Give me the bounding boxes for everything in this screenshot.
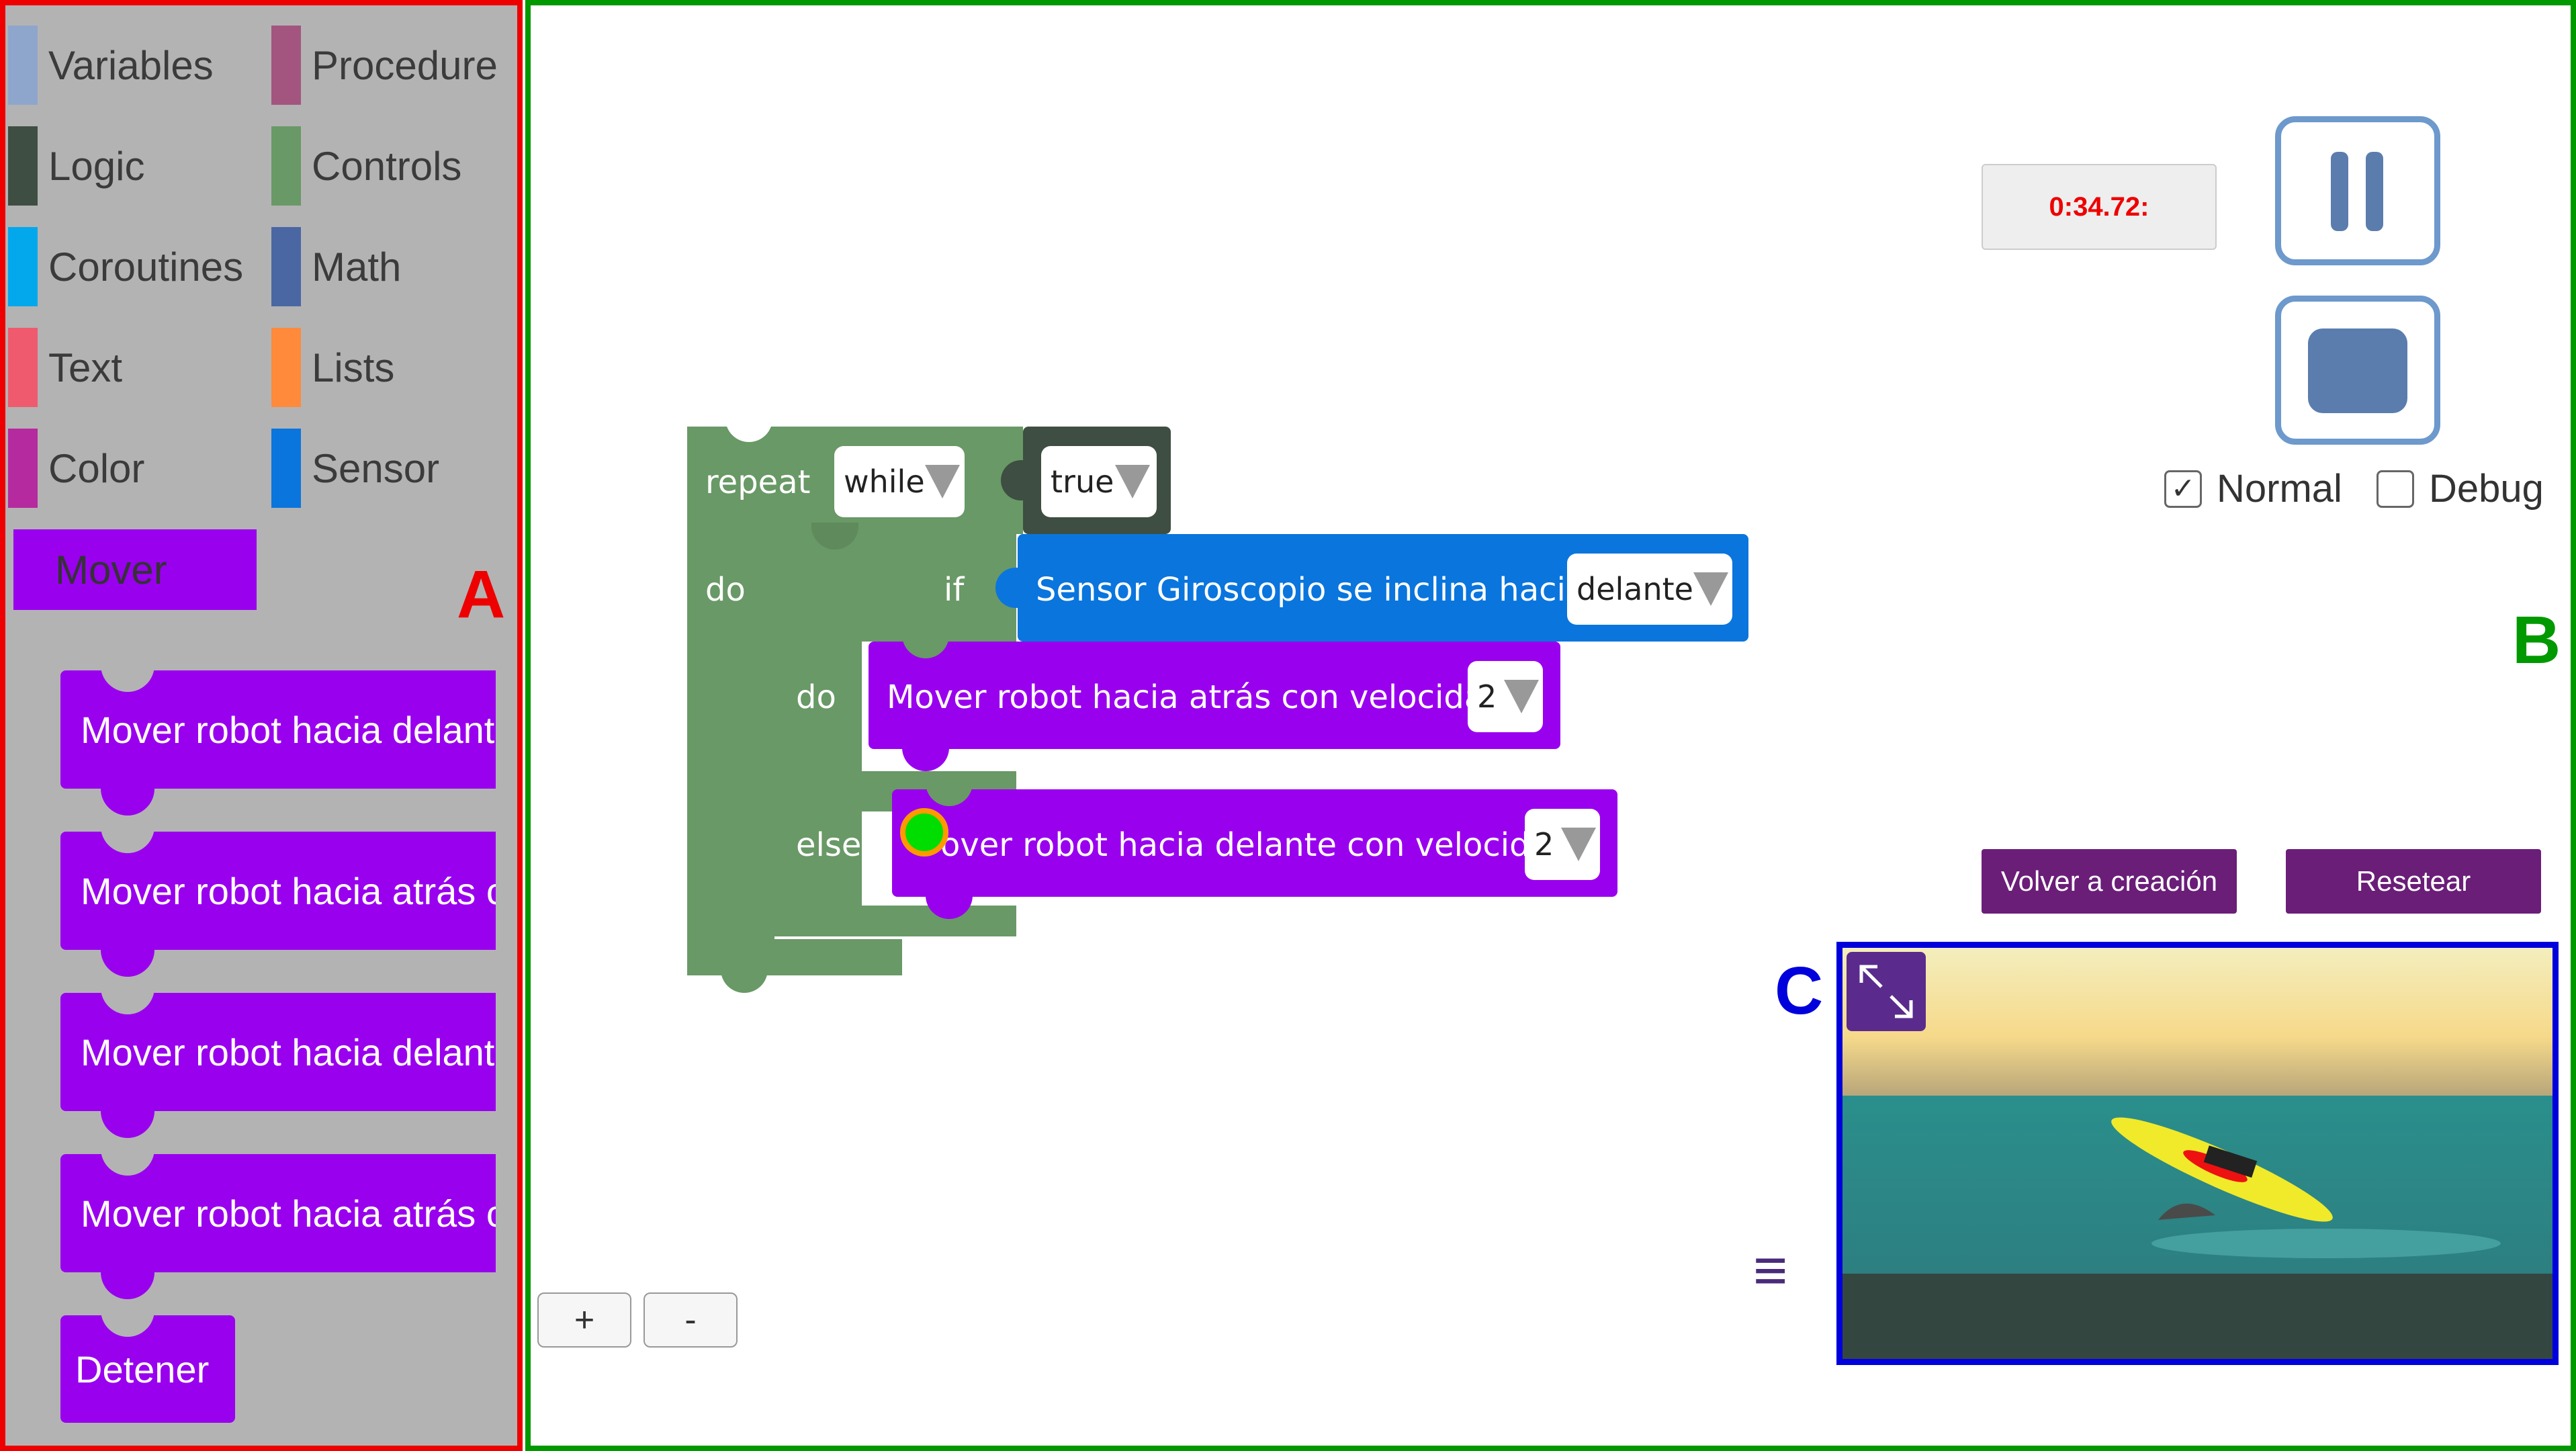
normal-checkbox[interactable]: ✓ xyxy=(2164,470,2202,508)
category-label: Math xyxy=(312,244,402,290)
dropdown-value: delante xyxy=(1576,571,1693,607)
pause-icon xyxy=(2331,152,2348,231)
flyout-block-move-back[interactable]: Mover robot hacia atrás c xyxy=(60,826,496,977)
flyout-block-stop[interactable]: Detener xyxy=(60,1310,235,1423)
category-text[interactable]: Text xyxy=(8,328,122,407)
pause-button[interactable] xyxy=(2275,116,2440,265)
repeat-tab xyxy=(721,966,768,993)
do-label: do xyxy=(705,571,746,609)
chevron-down-icon xyxy=(924,465,960,498)
toolbox-panel: Variables Procedure Logic Controls Corou… xyxy=(0,0,523,1451)
stop-icon xyxy=(2308,328,2407,413)
flyout-block-move-forward-2[interactable]: Mover robot hacia delante xyxy=(60,987,496,1138)
repeat-mode-dropdown[interactable]: while xyxy=(834,446,965,517)
text-color-swatch xyxy=(8,328,38,407)
repeat-label: repeat xyxy=(705,464,811,501)
chevron-down-icon xyxy=(1693,572,1728,606)
debug-label: Debug xyxy=(2429,467,2544,511)
move-back-speed-dropdown[interactable]: 2 xyxy=(1468,661,1543,732)
if-block-header[interactable] xyxy=(774,534,1016,642)
fullscreen-button[interactable] xyxy=(1847,952,1926,1031)
category-label: Logic xyxy=(48,143,145,189)
repeat-block-footer xyxy=(687,939,902,975)
region-label-c: C xyxy=(1775,953,1824,1028)
category-label: Procedure xyxy=(312,42,498,88)
variables-color-swatch xyxy=(8,26,38,105)
logic-color-swatch xyxy=(8,126,38,206)
debug-mode-option[interactable]: Debug xyxy=(2377,466,2544,511)
sensor-direction-dropdown[interactable]: delante xyxy=(1567,554,1732,625)
flyout-block-move-forward[interactable]: Mover robot hacia delante xyxy=(60,665,496,816)
dropdown-value: while xyxy=(844,464,925,500)
category-label: Variables xyxy=(48,42,214,88)
normal-label: Normal xyxy=(2217,467,2342,511)
dropdown-value: 2 xyxy=(1534,826,1554,863)
category-coroutines[interactable]: Coroutines xyxy=(8,227,243,306)
chevron-down-icon xyxy=(1115,465,1150,498)
simulation-scene xyxy=(1842,948,2552,1359)
debug-checkbox[interactable] xyxy=(2377,470,2414,508)
region-label-a: A xyxy=(457,557,506,632)
if-block-footer xyxy=(774,906,1016,936)
block-tab xyxy=(101,950,154,977)
inner-do-label: do xyxy=(796,678,836,716)
execution-marker-icon xyxy=(900,808,948,856)
move-back-text: Mover robot hacia atrás con velocidad xyxy=(887,678,1505,716)
move-forward-speed-dropdown[interactable]: 2 xyxy=(1525,809,1600,880)
block-tab xyxy=(101,789,154,816)
block-label: Detener xyxy=(60,1315,235,1423)
stop-button[interactable] xyxy=(2275,296,2440,445)
sensor-block-text: Sensor Giroscopio se inclina hacia xyxy=(1036,571,1586,609)
category-label: Lists xyxy=(312,345,395,390)
color-color-swatch xyxy=(8,429,38,508)
category-sensor[interactable]: Sensor xyxy=(271,429,439,508)
category-logic[interactable]: Logic xyxy=(8,126,144,206)
procedure-color-swatch xyxy=(271,26,301,105)
chevron-down-icon xyxy=(1504,680,1539,713)
chevron-down-icon xyxy=(1561,828,1596,861)
category-label: Coroutines xyxy=(48,244,244,290)
zoom-in-button[interactable]: + xyxy=(537,1292,631,1348)
block-tab xyxy=(101,1272,154,1299)
flyout-block-move-back-2[interactable]: Mover robot hacia atrás c xyxy=(60,1149,496,1299)
pause-icon-bar xyxy=(2366,152,2383,231)
zoom-out-button[interactable]: - xyxy=(643,1292,738,1348)
true-block-plug xyxy=(1001,460,1041,500)
category-label: Color xyxy=(48,445,145,491)
category-label: Text xyxy=(48,345,123,390)
category-variables[interactable]: Variables xyxy=(8,26,214,105)
dropdown-value: 2 xyxy=(1477,678,1497,715)
menu-icon[interactable]: ≡ xyxy=(1753,1236,1787,1305)
category-lists[interactable]: Lists xyxy=(271,328,394,407)
region-label-b: B xyxy=(2512,603,2561,678)
lists-color-swatch xyxy=(271,328,301,407)
simulation-viewport[interactable] xyxy=(1836,942,2559,1365)
move-back-tab xyxy=(902,744,949,771)
if-label: if xyxy=(944,571,965,609)
controls-color-swatch xyxy=(271,126,301,206)
sensor-block-plug xyxy=(995,568,1036,608)
timer-display: 0:34.72: xyxy=(1982,164,2217,250)
category-controls[interactable]: Controls xyxy=(271,126,461,206)
category-color[interactable]: Color xyxy=(8,429,144,508)
normal-mode-option[interactable]: ✓ Normal xyxy=(2164,466,2342,511)
math-color-swatch xyxy=(271,227,301,306)
coroutines-color-swatch xyxy=(8,227,38,306)
category-procedure[interactable]: Procedure xyxy=(271,26,498,105)
move-forward-text: over robot hacia delante con velocidad xyxy=(940,826,1570,864)
sensor-color-swatch xyxy=(271,429,301,508)
dropdown-value: true xyxy=(1051,464,1114,500)
else-label: else xyxy=(796,826,862,864)
reset-button[interactable]: Resetear xyxy=(2286,849,2541,914)
true-dropdown[interactable]: true xyxy=(1041,446,1157,517)
workspace-panel[interactable]: B repeat while true do if Sensor Girosco… xyxy=(525,0,2576,1451)
category-mover-selected[interactable]: Mover xyxy=(13,529,257,610)
category-label: Controls xyxy=(312,143,462,189)
block-tab xyxy=(101,1111,154,1138)
category-label: Sensor xyxy=(312,445,440,491)
timer-text: 0:34.72: xyxy=(2049,191,2149,222)
category-math[interactable]: Math xyxy=(271,227,401,306)
back-to-creation-button[interactable]: Volver a creación xyxy=(1982,849,2237,914)
expand-icon xyxy=(1859,965,1913,1018)
